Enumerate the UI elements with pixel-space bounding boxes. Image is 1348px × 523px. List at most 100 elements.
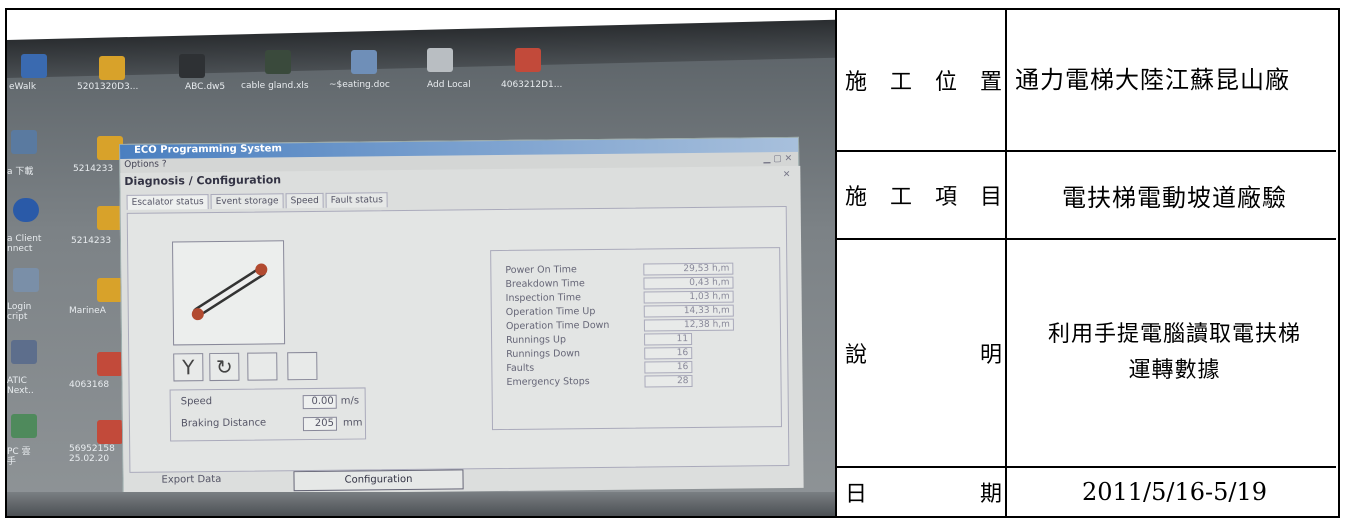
item-label-char: 工 <box>889 185 913 210</box>
printer-icon <box>427 48 453 72</box>
speed-value: 0.00 <box>302 394 337 410</box>
location-label-char: 施 <box>845 70 869 95</box>
item-label-char: 項 <box>934 185 958 210</box>
description-label-char: 明 <box>979 343 1003 368</box>
taskbar-edge <box>7 492 835 516</box>
braking-label: Braking Distance <box>180 417 267 430</box>
spreadsheet-icon <box>265 50 291 74</box>
stat-value: 1,03 h,m <box>643 290 734 304</box>
pdf-icon <box>97 420 123 444</box>
location-text: 通力電梯大陸江蘇昆山廠 <box>1015 66 1290 94</box>
desktop-label: 5214233 <box>73 164 114 174</box>
escalator-graphic <box>172 240 286 346</box>
stat-label: Inspection Time <box>505 292 582 304</box>
description-label: 說 明 <box>837 240 1007 466</box>
item-label-char: 施 <box>845 185 869 210</box>
empty-status-box <box>247 352 278 381</box>
desktop-label: cable gland.xls <box>241 81 309 91</box>
stat-value: 16 <box>644 347 693 360</box>
tab-event-storage[interactable]: Event storage <box>210 193 284 210</box>
stat-label: Faults <box>506 362 535 374</box>
desktop-label: 4063212D1... <box>501 80 563 90</box>
tab-escalator-status[interactable]: Escalator status <box>126 194 209 210</box>
desktop-label: ABC.dw5 <box>185 82 226 92</box>
stat-label: Operation Time Up <box>505 306 596 318</box>
stat-value: 16 <box>644 361 693 374</box>
item-label-char: 目 <box>979 185 1003 210</box>
speed-label: Speed <box>180 396 213 408</box>
menu-bar[interactable]: Options ? <box>124 160 166 170</box>
pdf-icon <box>515 48 541 72</box>
description-text-line1: 利用手提電腦讀取電扶梯 <box>1047 322 1301 347</box>
folder-icon <box>97 278 123 302</box>
row-divider <box>837 238 1336 240</box>
stat-value: 12,38 h,m <box>643 318 734 332</box>
date-label-char: 期 <box>979 482 1003 507</box>
desktop-icon <box>13 268 39 292</box>
row-divider <box>837 466 1336 468</box>
row-divider <box>837 150 1336 152</box>
desktop-label: Next.. <box>7 386 34 396</box>
desktop-label: 5201320D3... <box>77 82 139 92</box>
desktop-icon <box>11 340 37 364</box>
pdf-icon <box>97 352 123 376</box>
desktop-label: MarineA <box>69 306 106 316</box>
window-controls-icon[interactable]: ▁ ▢ ✕ <box>763 154 792 164</box>
date-value: 2011/5/16-5/19 <box>1011 468 1338 516</box>
desktop-label: eWalk <box>9 82 37 92</box>
stat-value: 28 <box>644 375 693 388</box>
desktop-label: a Client <box>7 234 42 244</box>
date-text: 2011/5/16-5/19 <box>1081 478 1268 506</box>
desktop-label: ATIC <box>7 376 27 386</box>
laptop-screen-photo: eWalk 5201320D3... ABC.dw5 cable gland.x… <box>7 19 835 516</box>
desktop-label: a 下載 <box>7 167 34 177</box>
tab-speed[interactable]: Speed <box>285 192 324 209</box>
desktop-label: 5214233 <box>71 236 112 246</box>
label-column: 施 工 位 置 施 工 項 目 說 明 日 期 <box>837 10 1007 516</box>
stat-label: Operation Time Down <box>505 319 610 332</box>
item-value: 電扶梯電動坡道廠驗 <box>1011 152 1338 238</box>
description-value: 利用手提電腦讀取電扶梯 運轉數據 <box>1011 240 1338 466</box>
configuration-button[interactable]: Configuration <box>293 469 464 492</box>
item-label: 施 工 項 目 <box>837 152 1007 238</box>
stat-label: Runnings Down <box>506 348 581 360</box>
close-icon[interactable]: ✕ <box>783 170 791 180</box>
stat-label: Emergency Stops <box>506 376 590 388</box>
location-value: 通力電梯大陸江蘇昆山廠 <box>1011 10 1338 150</box>
statistics-group: Power On Time 29,53 h,m Breakdown Time 0… <box>490 247 783 431</box>
stat-label: Runnings Up <box>506 334 567 346</box>
braking-value: 205 <box>302 416 338 432</box>
stat-value: 0,43 h,m <box>643 276 734 290</box>
desktop-label: Login <box>7 302 32 312</box>
desktop-icon <box>179 54 205 78</box>
desktop-label: nnect <box>7 244 33 254</box>
stat-value: 14,33 h,m <box>643 304 734 318</box>
window-titlebar: ECO Programming System <box>120 137 799 159</box>
direction-fork-icon[interactable]: Y <box>173 353 204 382</box>
hp-icon <box>13 198 39 222</box>
value-column: 通力電梯大陸江蘇昆山廠 電扶梯電動坡道廠驗 利用手提電腦讀取電扶梯 運轉數據 2… <box>1011 10 1338 516</box>
desktop-icon <box>11 414 37 438</box>
empty-status-box <box>287 351 318 381</box>
location-label-char: 位 <box>934 70 958 95</box>
escalator-status-panel: Y ↻ Speed 0.00 m/s Braking Distance 205 … <box>126 206 790 473</box>
desktop-label: ~$eating.doc <box>329 80 390 90</box>
stat-label: Breakdown Time <box>505 278 585 290</box>
folder-icon <box>99 56 125 80</box>
rotate-icon[interactable]: ↻ <box>209 352 240 382</box>
stat-value: 11 <box>644 333 693 346</box>
export-data-label[interactable]: Export Data <box>161 474 221 486</box>
tab-fault-status[interactable]: Fault status <box>325 192 388 208</box>
desktop-label: 56952158 <box>69 444 115 454</box>
desktop-icon <box>11 130 37 154</box>
description-text-line2: 運轉數據 <box>1128 358 1221 383</box>
speed-group: Speed 0.00 m/s Braking Distance 205 mm <box>169 387 367 442</box>
date-label: 日 期 <box>837 468 1007 516</box>
diagnosis-window: Diagnosis / Configuration ✕ Escalator st… <box>120 165 804 495</box>
date-label-char: 日 <box>845 482 869 507</box>
photo-cell: eWalk 5201320D3... ABC.dw5 cable gland.x… <box>7 10 837 516</box>
tab-bar: Escalator status Event storage Speed Fau… <box>126 192 390 210</box>
location-label: 施 工 位 置 <box>837 10 1007 150</box>
desktop-label: cript <box>7 312 28 322</box>
desktop-label: 手 <box>7 457 17 467</box>
